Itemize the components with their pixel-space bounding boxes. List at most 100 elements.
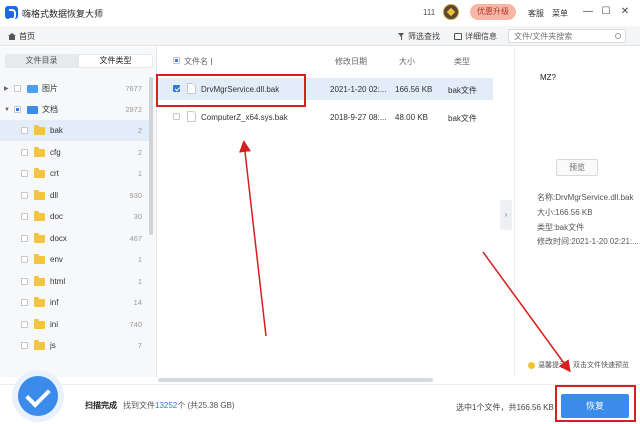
tree-item-label: 图片 <box>42 84 58 93</box>
folder-icon <box>34 275 45 286</box>
folder-icon <box>34 296 45 307</box>
folder-icon <box>34 253 45 264</box>
message-count[interactable]: 111 <box>423 8 435 17</box>
maximize-button[interactable]: ☐ <box>600 6 612 18</box>
file-list-header: 文件名 修改日期 大小 类型 <box>158 54 498 68</box>
tree-item-count: 30 <box>133 212 142 221</box>
title-bar: 嗨格式数据恢复大师 111 优惠升级 客服 菜单 — ☐ ✕ <box>0 0 640 26</box>
details-button[interactable]: 详细信息 <box>454 29 497 43</box>
tree-checkbox[interactable] <box>21 321 28 328</box>
column-name[interactable]: 文件名 <box>184 56 212 67</box>
tree-item-label: js <box>50 341 56 350</box>
details-label: 详细信息 <box>465 31 497 41</box>
tree-checkbox[interactable] <box>21 256 28 263</box>
tab-file-directory[interactable]: 文件目录 <box>5 54 78 68</box>
tree-checkbox[interactable] <box>21 170 28 177</box>
file-modified: 2021-1-20 02:... <box>330 85 387 94</box>
menu-link[interactable]: 菜单 <box>552 8 568 19</box>
search-input[interactable] <box>508 29 626 43</box>
tree-item-dll[interactable]: dll 930 <box>0 185 150 206</box>
column-type[interactable]: 类型 <box>454 56 470 67</box>
tree-item-images[interactable]: ▶ 图片 7677 <box>0 78 150 99</box>
file-checkbox[interactable] <box>173 113 180 120</box>
home-tab[interactable]: 首页 <box>8 29 35 43</box>
collapse-arrow-icon[interactable]: ▼ <box>4 107 10 113</box>
tab-file-type[interactable]: 文件类型 <box>79 55 152 67</box>
folder-icon <box>34 210 45 221</box>
home-icon <box>8 32 16 40</box>
close-button[interactable]: ✕ <box>619 6 631 18</box>
upgrade-button[interactable]: 优惠升级 <box>470 4 516 20</box>
file-type: bak文件 <box>448 86 477 95</box>
annotation-box-recover <box>555 385 636 422</box>
tree-checkbox[interactable] <box>21 235 28 242</box>
column-size[interactable]: 大小 <box>399 56 415 67</box>
tree-item-label: doc <box>50 212 63 221</box>
preview-button[interactable]: 预览 <box>556 159 598 176</box>
tree-checkbox[interactable] <box>14 106 21 113</box>
tree-checkbox[interactable] <box>21 127 28 134</box>
tree-item-documents[interactable]: ▼ 文档 2972 <box>0 99 150 120</box>
filter-icon <box>398 32 405 40</box>
tree-checkbox[interactable] <box>21 149 28 156</box>
details-icon <box>454 32 462 40</box>
tree-item-label: inf <box>50 298 59 307</box>
file-name: ComputerZ_x64.sys.bak <box>201 113 288 122</box>
tree-item-doc[interactable]: doc 30 <box>0 206 150 227</box>
scan-result: 找到文件13252个 (共25.38 GB) <box>123 401 235 410</box>
tree-item-env[interactable]: env 1 <box>0 249 150 270</box>
expand-arrow-icon[interactable]: ▶ <box>4 85 9 92</box>
tree-item-count: 7677 <box>125 84 142 93</box>
tree-item-count: 740 <box>129 320 142 329</box>
customer-service-link[interactable]: 客服 <box>528 8 544 19</box>
collapse-panel-button[interactable]: › <box>500 200 512 230</box>
check-icon <box>18 376 58 416</box>
tree-item-html[interactable]: html 1 <box>0 271 150 292</box>
tree-item-count: 1 <box>137 277 142 286</box>
column-modified[interactable]: 修改日期 <box>335 56 367 67</box>
tree-item-ini[interactable]: ini 740 <box>0 314 150 335</box>
tree-checkbox[interactable] <box>21 278 28 285</box>
tree-item-label: env <box>50 255 63 264</box>
search-icon[interactable] <box>615 33 621 39</box>
folder-icon <box>34 339 45 350</box>
folder-icon <box>34 189 45 200</box>
tree-item-label: cfg <box>50 148 61 157</box>
select-all-checkbox[interactable] <box>173 57 180 64</box>
folder-icon <box>34 146 45 157</box>
tree-checkbox[interactable] <box>14 85 21 92</box>
tree-checkbox[interactable] <box>21 342 28 349</box>
tree-item-label: ini <box>50 320 59 329</box>
tree-item-label: 文档 <box>42 105 58 114</box>
app-title: 嗨格式数据恢复大师 <box>22 9 104 19</box>
tree-scrollbar[interactable] <box>149 77 153 235</box>
tree-checkbox[interactable] <box>21 299 28 306</box>
tree-item-label: docx <box>50 234 67 243</box>
tree-item-cfg[interactable]: cfg 2 <box>0 142 150 163</box>
tree-item-js[interactable]: js 7 <box>0 335 150 356</box>
tree-item-crt[interactable]: crt 1 <box>0 163 150 184</box>
file-type: bak文件 <box>448 114 477 123</box>
tree-item-bak[interactable]: bak 2 <box>0 120 150 141</box>
tree-item-count: 467 <box>129 234 142 243</box>
tree-checkbox[interactable] <box>21 213 28 220</box>
tree-item-count: 2 <box>137 126 142 135</box>
file-row[interactable]: ComputerZ_x64.sys.bak 2018-9-27 08:... 4… <box>158 106 493 128</box>
file-list-scrollbar[interactable] <box>158 378 433 382</box>
info-type: 类型:bak文件 <box>537 223 585 232</box>
vip-avatar-icon[interactable] <box>443 4 459 20</box>
tree-checkbox[interactable] <box>21 192 28 199</box>
tree-item-count: 7 <box>137 341 142 350</box>
minimize-button[interactable]: — <box>582 6 594 18</box>
filter-button[interactable]: 筛选查找 <box>398 29 440 43</box>
tree-item-docx[interactable]: docx 467 <box>0 228 150 249</box>
info-size: 大小:166.56 KB <box>537 208 593 217</box>
tree-item-label: html <box>50 277 66 286</box>
selection-summary: 选中1个文件，共166.56 KB <box>456 403 554 412</box>
tree-item-inf[interactable]: inf 14 <box>0 292 150 313</box>
document-folder-icon <box>27 105 38 114</box>
file-icon <box>187 111 196 122</box>
tree-item-count: 2 <box>137 148 142 157</box>
folder-icon <box>34 232 45 243</box>
tip-text: 温馨提示：双击文件快速预览 <box>538 362 629 369</box>
